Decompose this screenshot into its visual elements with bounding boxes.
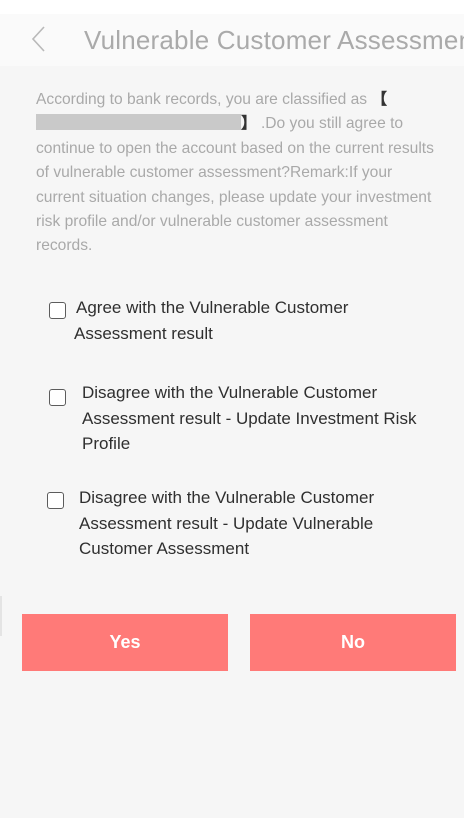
checkbox-disagree-investment-risk[interactable] (49, 389, 66, 406)
option-agree[interactable]: Agree with the Vulnerable Customer Asses… (0, 295, 464, 355)
notice-text-intro: According to bank records, you are class… (36, 91, 372, 108)
option-disagree-vulnerable-assessment[interactable]: Disagree with the Vulnerable Customer As… (0, 485, 464, 565)
chevron-left-icon[interactable] (28, 24, 50, 54)
yes-button[interactable]: Yes (22, 614, 228, 671)
left-edge-divider (0, 596, 2, 636)
option-agree-label: Agree with the Vulnerable Customer Asses… (74, 298, 349, 343)
assessment-notice: According to bank records, you are class… (36, 88, 436, 259)
close-bracket: 】 (241, 115, 257, 133)
main-content: According to bank records, you are class… (0, 66, 464, 818)
option-disagree-vulnerable-assessment-label: Disagree with the Vulnerable Customer As… (79, 488, 375, 558)
notice-text-body: .Do you still agree to continue to open … (36, 115, 434, 255)
redacted-classification (36, 114, 241, 131)
no-button[interactable]: No (250, 614, 456, 671)
option-disagree-investment-risk-label: Disagree with the Vulnerable Customer As… (82, 383, 417, 453)
checkbox-agree[interactable] (49, 302, 66, 319)
checkbox-disagree-vulnerable-assessment[interactable] (47, 492, 64, 509)
page-title: Vulnerable Customer Assessment r (84, 25, 464, 55)
top-navigation-bar: Vulnerable Customer Assessment r (0, 14, 464, 67)
option-disagree-investment-risk[interactable]: Disagree with the Vulnerable Customer As… (0, 380, 464, 460)
open-bracket: 【 (371, 91, 388, 108)
